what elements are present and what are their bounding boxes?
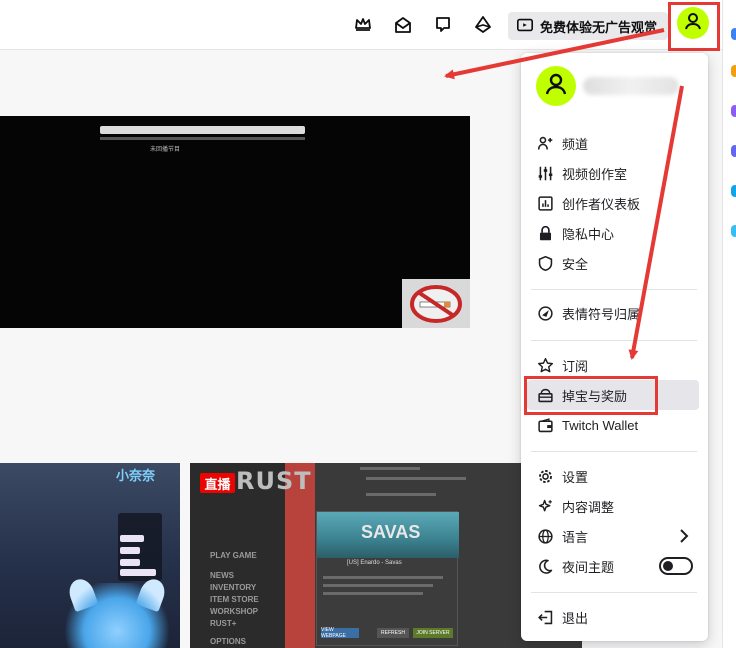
gear-icon [537,468,554,485]
menu-item-label: 订阅 [562,358,589,374]
dark-theme-toggle[interactable] [659,557,693,575]
game-logo: RUST [236,467,312,495]
server-name: SAVAS [361,522,421,542]
channel-icon [537,135,554,152]
menu-item-dark-theme[interactable]: 夜间主题 [527,551,699,581]
view-webpage-button: VIEW WEBPAGE [321,627,359,639]
game-menu-item: NEWS [210,571,234,580]
top-navigation-bar: 免费体验无广告观赏 [0,0,736,50]
annotation-box-drops [524,376,658,415]
username-blurred [583,77,679,95]
menu-item-label: 表情符号归属 [562,306,641,322]
menu-item-label: 安全 [562,256,589,272]
video-player[interactable]: 未回播节目 [0,116,470,328]
character-avatar [62,583,172,648]
ad-free-label: 免费体验无广告观赏 [540,19,658,35]
server-list-line [366,477,466,480]
user-dropdown-menu: 频道 视频创作室 创作者仪表板 隐私中心 安全 表情符号归属 订阅 掉宝与奖励 … [521,53,708,641]
strip-marker [731,65,736,77]
strip-marker [731,145,736,157]
menu-item-label: 夜间主题 [562,559,615,575]
logout-icon [537,609,554,626]
moon-icon [537,558,554,575]
chat-line [120,547,140,554]
star-icon [537,357,554,374]
live-badge: 直播 [200,473,235,493]
menu-item-label: 隐私中心 [562,226,615,242]
chat-line [120,535,144,542]
right-sidebar-strip [722,0,736,648]
shield-icon [537,255,554,272]
server-list-line [366,493,436,496]
chat-line [120,559,140,566]
chevron-right-icon [677,528,691,544]
crown-icon[interactable] [352,14,374,36]
game-menu-item: OPTIONS [210,637,247,646]
menu-item-label: 频道 [562,136,589,152]
menu-item-privacy-center[interactable]: 隐私中心 [527,218,699,248]
menu-item-label: 创作者仪表板 [562,196,641,212]
video-progress-bar [100,137,305,140]
sliders-icon [537,165,554,182]
user-icon [544,72,568,101]
strip-marker [731,225,736,237]
annotation-box-avatar [668,2,720,51]
server-desc-line [323,584,433,587]
game-menu-item: WORKSHOP [210,607,258,616]
server-info-modal: SAVAS [US] Enardo - Savas VIEW WEBPAGE R… [316,511,459,646]
game-menu-item: ITEM STORE [210,595,259,604]
menu-avatar[interactable] [536,66,576,106]
menu-item-content-tuning[interactable]: 内容调整 [527,491,699,521]
game-menu-item: PLAY GAME [210,551,257,560]
video-title-bar [100,126,305,134]
emote-icon [537,305,554,322]
menu-item-language[interactable]: 语言 [527,521,699,551]
dashboard-icon [537,195,554,212]
stream-thumbnail[interactable]: 小奈奈 [0,463,180,648]
server-subtitle: [US] Enardo - Savas [347,560,402,566]
game-menu-item: RUST+ [210,619,237,628]
menu-divider [531,451,697,452]
whispers-icon[interactable] [432,14,454,36]
inbox-icon[interactable] [392,14,414,36]
video-center-text: 未回播节目 [150,147,181,153]
menu-item-emote-attribution[interactable]: 表情符号归属 [527,298,699,328]
toggle-knob [663,561,673,571]
refresh-button: REFRESH [377,628,409,638]
menu-item-safety[interactable]: 安全 [527,248,699,278]
menu-divider [531,340,697,341]
sparkle-icon [537,498,554,515]
lock-icon [537,225,554,242]
game-menu-item: INVENTORY [210,583,257,592]
thumbnail-title: 小奈奈 [116,469,156,484]
menu-item-label: 视频创作室 [562,166,628,182]
ad-free-icon [516,16,534,37]
menu-item-video-studio[interactable]: 视频创作室 [527,158,699,188]
server-list-line [360,467,420,470]
chat-line [120,569,156,576]
strip-marker [731,28,736,40]
globe-icon [537,528,554,545]
menu-item-label: 设置 [562,469,589,485]
menu-item-label: Twitch Wallet [562,417,639,433]
menu-item-settings[interactable]: 设置 [527,461,699,491]
wallet-icon [537,417,554,434]
bits-icon[interactable] [472,14,494,36]
menu-item-log-out[interactable]: 退出 [527,602,699,632]
menu-item-label: 内容调整 [562,499,615,515]
menu-item-channel[interactable]: 频道 [527,128,699,158]
server-desc-line [323,592,423,595]
strip-marker [731,185,736,197]
menu-item-creator-dashboard[interactable]: 创作者仪表板 [527,188,699,218]
ad-free-trial-button[interactable]: 免费体验无广告观赏 [508,12,668,40]
menu-item-label: 退出 [562,610,589,626]
menu-item-label: 语言 [562,529,589,545]
menu-divider [531,289,697,290]
no-smoking-icon [402,279,470,328]
strip-marker [731,105,736,117]
join-server-button: JOIN SERVER [413,628,453,638]
server-desc-line [323,576,443,579]
menu-divider [531,592,697,593]
